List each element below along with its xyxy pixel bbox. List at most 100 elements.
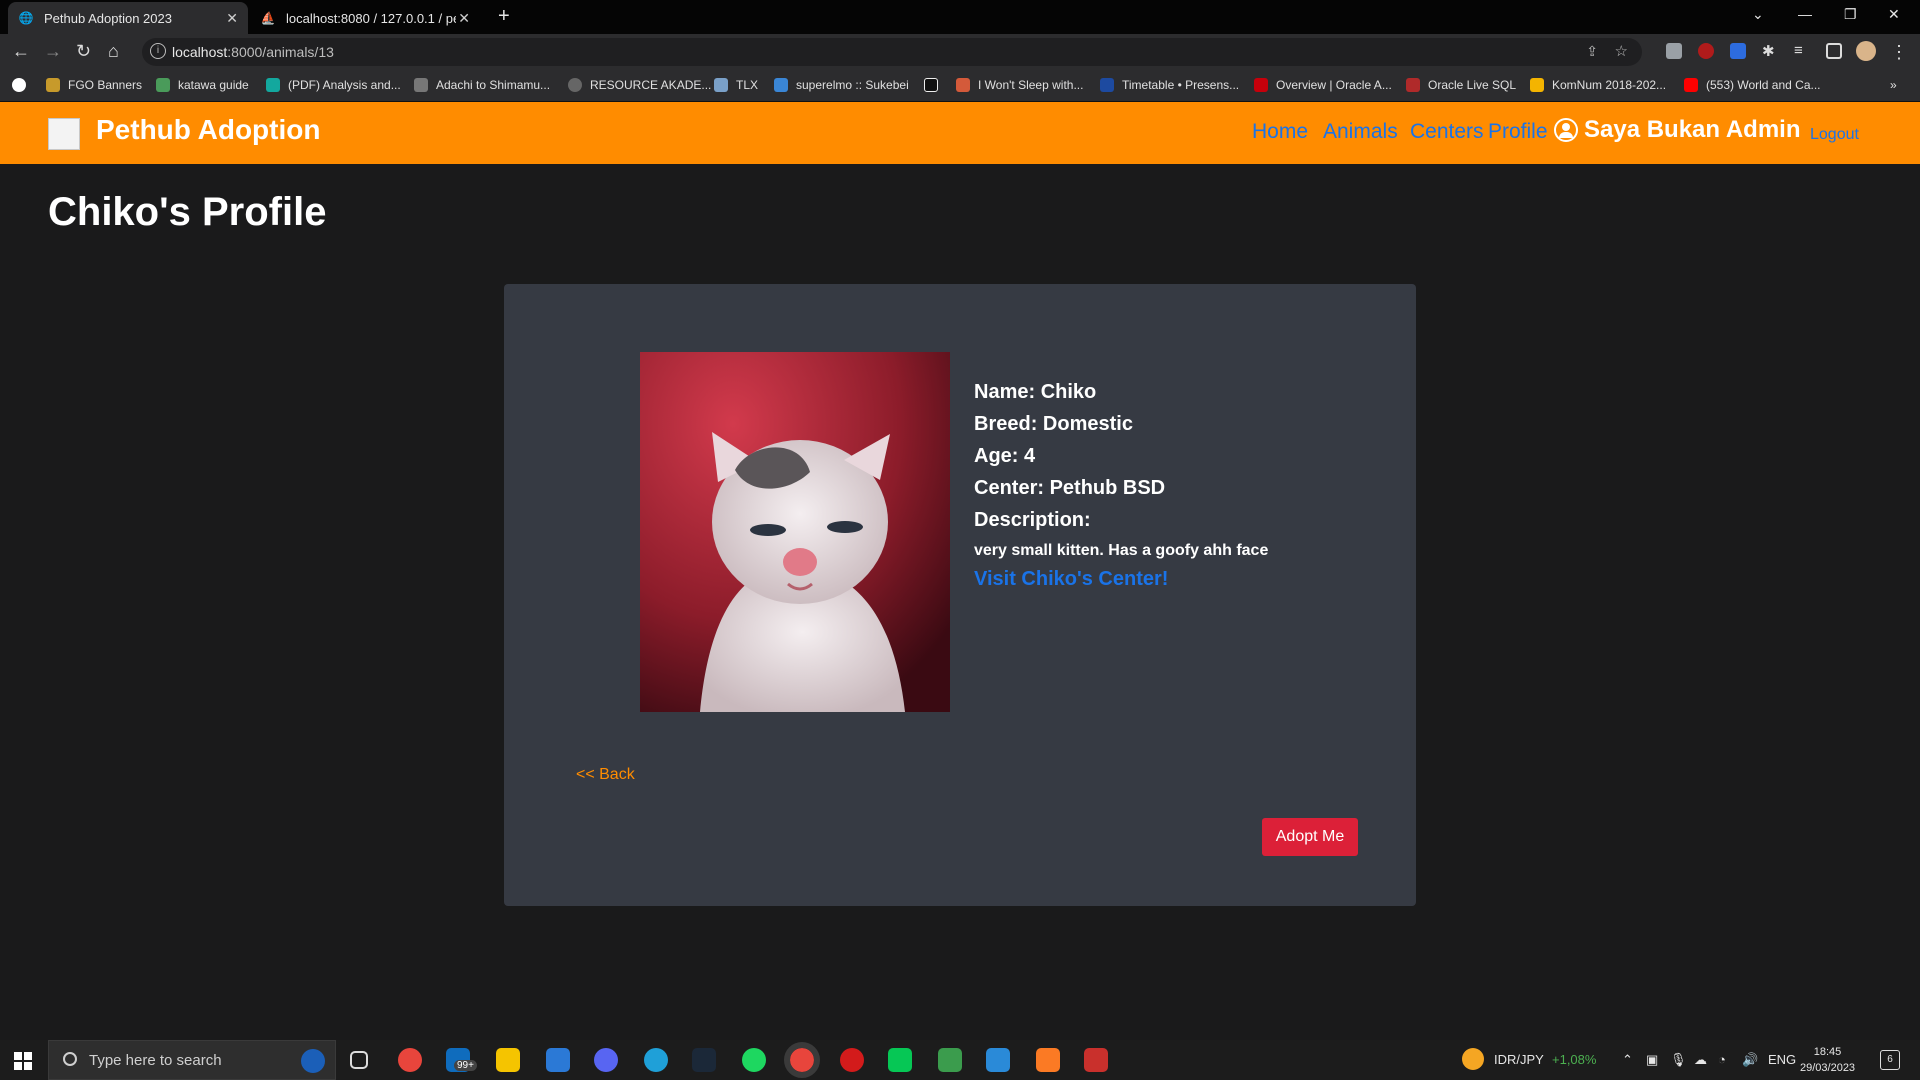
restore-button[interactable]: ❐ xyxy=(1844,6,1857,23)
bookmark-item[interactable]: Timetable • Presens... xyxy=(1100,78,1239,92)
pet-center: Center: Pethub BSD xyxy=(974,477,1166,499)
edge-icon[interactable] xyxy=(644,1048,668,1072)
bookmark-item[interactable]: katawa guide xyxy=(156,78,249,92)
reading-list-icon[interactable]: ≡ xyxy=(1794,42,1810,59)
bookmark-item[interactable]: Adachi to Shimamu... xyxy=(414,78,550,92)
bookmark-item[interactable] xyxy=(924,78,946,92)
mn-icon xyxy=(924,78,938,92)
its-icon xyxy=(1100,78,1114,92)
tab-phpmyadmin[interactable]: ⛵ localhost:8080 / 127.0.0.1 / pethu ✕ xyxy=(250,2,480,34)
spotify-icon[interactable] xyxy=(742,1048,766,1072)
user-circle-icon xyxy=(1554,118,1578,142)
taskbar-search[interactable]: Type here to search xyxy=(48,1040,336,1080)
ticker-symbol[interactable]: IDR/JPY xyxy=(1494,1052,1544,1067)
meet-icon[interactable]: ▣ xyxy=(1646,1052,1658,1068)
bookmark-item[interactable]: TLX xyxy=(714,78,758,92)
google-icon[interactable] xyxy=(12,78,34,92)
bookmark-item[interactable]: I Won't Sleep with... xyxy=(956,78,1083,92)
bookmark-item[interactable]: (PDF) Analysis and... xyxy=(266,78,401,92)
url-host: localhost xyxy=(172,44,228,60)
clock-date: 29/03/2023 xyxy=(1800,1062,1856,1074)
close-window-button[interactable]: ✕ xyxy=(1888,6,1900,23)
nav-home[interactable]: Home xyxy=(1252,120,1308,144)
git-icon[interactable] xyxy=(938,1048,962,1072)
app-icon[interactable] xyxy=(1084,1048,1108,1072)
terminal-icon xyxy=(1406,78,1420,92)
youtube-music-icon[interactable] xyxy=(840,1048,864,1072)
bookmark-item[interactable]: Oracle Live SQL xyxy=(1406,78,1516,92)
tab-title: localhost:8080 / 127.0.0.1 / pethu xyxy=(286,10,456,26)
tab-search-icon[interactable]: ⌄ xyxy=(1752,6,1764,23)
nav-profile[interactable]: Profile xyxy=(1488,120,1548,144)
extension-icon[interactable] xyxy=(1666,43,1682,59)
nav-animals[interactable]: Animals xyxy=(1323,120,1398,144)
back-link[interactable]: << Back xyxy=(576,766,635,784)
taskbar: Type here to search 99+ IDR/JPY +1,08% ⌃… xyxy=(0,1040,1920,1080)
translate-icon[interactable] xyxy=(1730,43,1746,59)
bookmark-item[interactable]: FGO Banners xyxy=(46,78,142,92)
tab-title: Pethub Adoption 2023 xyxy=(44,10,172,26)
bookmarks-bar: FGO Banners katawa guide (PDF) Analysis … xyxy=(0,70,1920,102)
avatar[interactable] xyxy=(1856,41,1876,61)
clock-time: 18:45 xyxy=(1813,1046,1842,1058)
menu-icon[interactable]: ⋮ xyxy=(1890,43,1908,61)
manga-icon xyxy=(414,78,428,92)
chrome-icon[interactable] xyxy=(398,1048,422,1072)
notification-icon[interactable]: 6 xyxy=(1880,1050,1900,1070)
visit-center-link[interactable]: Visit Chiko's Center! xyxy=(974,568,1268,591)
file-explorer-icon[interactable] xyxy=(496,1048,520,1072)
volume-icon[interactable]: 🔊 xyxy=(1742,1052,1758,1068)
tab-pethub[interactable]: 🌐 Pethub Adoption 2023 ✕ xyxy=(8,2,248,34)
side-panel-icon[interactable] xyxy=(1826,43,1842,59)
clock[interactable]: 18:45 29/03/2023 xyxy=(1800,1044,1855,1076)
minimize-button[interactable]: — xyxy=(1798,6,1812,22)
brand-logo[interactable] xyxy=(48,118,80,150)
puzzle-icon[interactable]: ✱ xyxy=(1762,42,1778,60)
phpmyadmin-icon: ⛵ xyxy=(260,11,276,25)
currency-icon[interactable] xyxy=(1462,1048,1484,1070)
more-bookmarks-icon[interactable]: » xyxy=(1890,78,1897,92)
bookmark-item[interactable]: (553) World and Ca... xyxy=(1684,78,1821,92)
bookmark-item[interactable]: Overview | Oracle A... xyxy=(1254,78,1392,92)
bookmark-item[interactable]: superelmo :: Sukebei xyxy=(774,78,909,92)
ublock-icon[interactable] xyxy=(1698,43,1714,59)
chevron-up-icon[interactable]: ⌃ xyxy=(1622,1052,1633,1068)
bookmark-item[interactable]: RESOURCE AKADE... xyxy=(568,78,711,92)
bookmark-item[interactable]: KomNum 2018-202... xyxy=(1530,78,1666,92)
url-bar[interactable]: i localhost:8000/animals/13 ⇪ ☆ xyxy=(142,38,1642,66)
brand-name[interactable]: Pethub Adoption xyxy=(96,114,320,146)
line-icon[interactable] xyxy=(888,1048,912,1072)
windows-start-icon[interactable] xyxy=(14,1052,32,1070)
bing-icon[interactable] xyxy=(301,1049,325,1073)
site-navbar: Pethub Adoption Home Animals Centers Pro… xyxy=(0,102,1920,164)
chrome-active-icon[interactable] xyxy=(784,1042,820,1078)
new-tab-button[interactable]: + xyxy=(498,6,510,26)
crown-icon xyxy=(46,78,60,92)
logout-link[interactable]: Logout xyxy=(1810,126,1859,144)
vscode-icon[interactable] xyxy=(986,1048,1010,1072)
discord-icon[interactable] xyxy=(594,1048,618,1072)
adopt-button[interactable]: Adopt Me xyxy=(1262,818,1358,856)
reload-icon[interactable]: ↻ xyxy=(76,42,91,60)
boat-icon xyxy=(956,78,970,92)
globe-icon xyxy=(568,78,582,92)
info-icon[interactable]: i xyxy=(150,43,166,59)
task-view-icon[interactable] xyxy=(350,1051,368,1069)
xampp-icon[interactable] xyxy=(1036,1048,1060,1072)
sukebei-icon xyxy=(774,78,788,92)
microphone-icon[interactable]: 🎙 xyxy=(1670,1052,1687,1068)
forward-arrow-icon[interactable]: → xyxy=(44,42,62,60)
close-icon[interactable]: ✕ xyxy=(226,10,238,27)
pet-description: very small kitten. Has a goofy ahh face xyxy=(974,542,1269,559)
store-icon[interactable] xyxy=(546,1048,570,1072)
nav-centers[interactable]: Centers xyxy=(1410,120,1484,144)
home-icon[interactable]: ⌂ xyxy=(108,42,119,60)
back-arrow-icon[interactable]: ← xyxy=(12,42,30,60)
wifi-icon[interactable]: ◔ xyxy=(1718,1052,1726,1067)
close-icon[interactable]: ✕ xyxy=(458,10,470,27)
star-icon[interactable]: ☆ xyxy=(1615,42,1628,60)
language-indicator[interactable]: ENG xyxy=(1768,1052,1796,1067)
onedrive-icon[interactable]: ☁ xyxy=(1694,1052,1707,1068)
steam-icon[interactable] xyxy=(692,1048,716,1072)
share-icon[interactable]: ⇪ xyxy=(1586,43,1598,60)
